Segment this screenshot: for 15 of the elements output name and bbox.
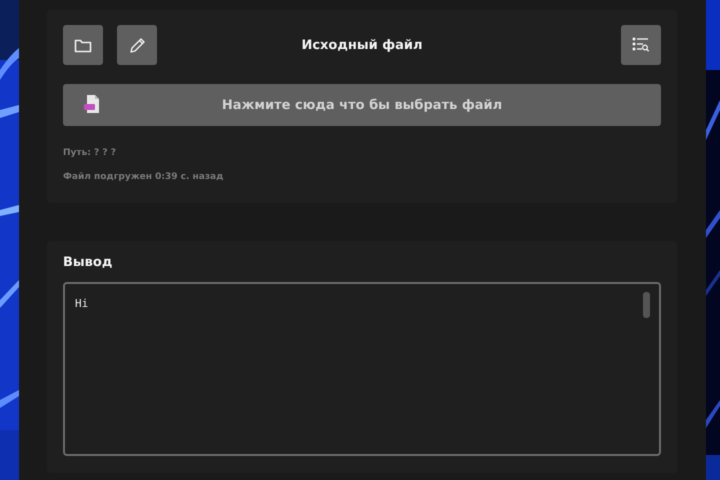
folder-button[interactable] — [63, 25, 103, 65]
pencil-icon — [128, 36, 146, 54]
folder-icon — [74, 38, 92, 52]
file-icon — [83, 94, 101, 114]
list-search-button[interactable] — [621, 25, 661, 65]
output-field[interactable]: Hi — [63, 282, 661, 456]
list-search-icon — [632, 37, 650, 53]
pick-file-button[interactable]: Нажмите сюда что бы выбрать файл — [63, 84, 661, 126]
panel-title: Исходный файл — [300, 38, 424, 52]
loaded-time-text: Файл подгружен 0:39 с. назад — [63, 172, 224, 182]
scrollbar-thumb[interactable] — [643, 292, 650, 318]
output-title: Вывод — [63, 255, 114, 270]
edit-button[interactable] — [117, 25, 157, 65]
output-text: Hi — [75, 297, 88, 310]
path-text: Путь: ? ? ? — [63, 148, 117, 158]
